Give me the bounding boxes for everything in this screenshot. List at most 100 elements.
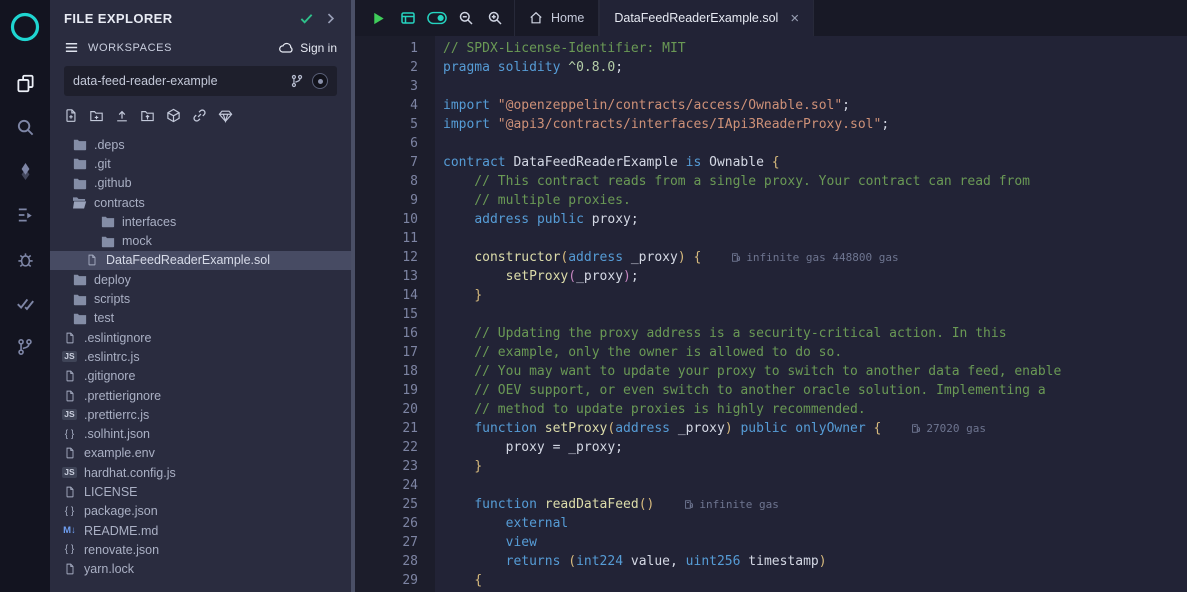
tree-item-package.json[interactable]: { }package.json [50, 502, 351, 521]
file-md-icon: M↓ [62, 525, 77, 536]
tree-item-renovate.json[interactable]: { } renovate.json [50, 540, 351, 559]
upload-folder-icon[interactable] [140, 109, 155, 123]
hamburger-icon[interactable] [64, 40, 79, 55]
line-number: 9 [355, 191, 435, 210]
tree-item-label: .prettierrc.js [84, 408, 149, 422]
close-icon[interactable]: × [790, 11, 799, 26]
workspace-selector[interactable]: data-feed-reader-example [64, 66, 337, 96]
remix-logo[interactable] [5, 7, 45, 47]
file-sol-icon [84, 253, 99, 267]
sign-in-button[interactable]: Sign in [278, 41, 337, 55]
line-number: 2 [355, 58, 435, 77]
script-config-icon[interactable] [394, 5, 421, 32]
tree-item-yarn.lock[interactable]: yarn.lock [50, 560, 351, 579]
line-number: 10 [355, 210, 435, 229]
code-line-9: // multiple proxies. [443, 191, 1187, 210]
code-editor[interactable]: // SPDX-License-Identifier: MITpragma so… [435, 36, 1187, 592]
tree-item-.eslintignore[interactable]: .eslintignore [50, 328, 351, 347]
tree-item-deploy[interactable]: deploy [50, 270, 351, 289]
tree-item-.prettierrc.js[interactable]: JS.prettierrc.js [50, 405, 351, 424]
code-line-17: // example, only the owner is allowed to… [443, 343, 1187, 362]
link-icon[interactable] [192, 108, 207, 123]
check-icon[interactable] [299, 11, 314, 26]
tree-item-interfaces[interactable]: interfaces [50, 212, 351, 231]
line-number: 19 [355, 381, 435, 400]
line-number: 23 [355, 457, 435, 476]
file-explorer-icon[interactable] [0, 61, 50, 105]
code-line-10: address public proxy; [443, 210, 1187, 229]
line-number: 25 [355, 495, 435, 514]
tree-item-.deps[interactable]: .deps [50, 135, 351, 154]
tree-item-.prettierignore[interactable]: .prettierignore [50, 386, 351, 405]
line-number: 5 [355, 115, 435, 134]
cube-icon[interactable] [166, 108, 181, 123]
tree-item-label: README.md [84, 524, 158, 538]
code-line-27: view [443, 533, 1187, 552]
debugger-icon[interactable] [0, 237, 50, 281]
tree-item-hardhat.config.js[interactable]: JShardhat.config.js [50, 463, 351, 482]
line-number: 11 [355, 229, 435, 248]
file-json-icon: { } [62, 544, 77, 555]
tree-item-.eslintrc.js[interactable]: JS.eslintrc.js [50, 347, 351, 366]
file-icon [62, 369, 77, 383]
gas-estimate-annotation[interactable]: infinite gas 448800 gas [731, 248, 898, 267]
search-icon[interactable] [0, 105, 50, 149]
line-number: 22 [355, 438, 435, 457]
deploy-run-icon[interactable] [0, 193, 50, 237]
activity-bar [0, 0, 50, 592]
code-line-16: // Updating the proxy address is a secur… [443, 324, 1187, 343]
tree-item-scripts[interactable]: scripts [50, 289, 351, 308]
line-number: 3 [355, 77, 435, 96]
git-icon[interactable] [0, 325, 50, 369]
file-icon [62, 485, 77, 499]
file-icon [62, 331, 77, 345]
tree-item-label: .eslintrc.js [84, 350, 140, 364]
folder-icon [100, 235, 115, 248]
unit-testing-icon[interactable] [0, 281, 50, 325]
tree-item-label: LICENSE [84, 485, 138, 499]
tree-item-example.env[interactable]: example.env [50, 444, 351, 463]
panel-header: FILE EXPLORER [50, 0, 351, 32]
folder-icon [72, 293, 87, 306]
preview-toggle-icon[interactable] [423, 5, 450, 32]
file-explorer-panel: FILE EXPLORER WORKSPACES Sign in [50, 0, 355, 592]
tree-item-label: deploy [94, 273, 131, 287]
code-line-20: // method to update proxies is highly re… [443, 400, 1187, 419]
gas-estimate-annotation[interactable]: 27020 gas [911, 419, 986, 438]
tree-item-test[interactable]: test [50, 309, 351, 328]
tree-item-contracts[interactable]: contracts [50, 193, 351, 212]
new-folder-icon[interactable] [89, 109, 104, 123]
tree-item-.github[interactable]: .github [50, 174, 351, 193]
tree-item-label: test [94, 311, 114, 325]
folder-open-icon [72, 196, 87, 209]
tree-item-mock[interactable]: mock [50, 231, 351, 250]
code-line-29: { [443, 571, 1187, 590]
sign-in-label: Sign in [300, 41, 337, 55]
editor-toolbar [355, 0, 514, 36]
tree-item-.git[interactable]: .git [50, 154, 351, 173]
tree-item-datafeedreaderexample.sol[interactable]: DataFeedReaderExample.sol [50, 251, 351, 270]
tree-item-.solhint.json[interactable]: { }.solhint.json [50, 424, 351, 443]
tab-datafeedreaderexample[interactable]: DataFeedReaderExample.sol × [599, 0, 814, 36]
zoom-out-icon[interactable] [452, 5, 479, 32]
upload-file-icon[interactable] [115, 109, 129, 123]
gem-icon[interactable] [218, 109, 233, 123]
workspace-options-icon[interactable] [312, 73, 328, 89]
tree-item-label: contracts [94, 196, 145, 210]
run-script-icon[interactable] [365, 5, 392, 32]
workspace-name: data-feed-reader-example [73, 74, 282, 88]
tree-item-readme.md[interactable]: M↓ README.md [50, 521, 351, 540]
solidity-compiler-icon[interactable] [0, 149, 50, 193]
tree-item-label: renovate.json [84, 543, 159, 557]
line-number: 4 [355, 96, 435, 115]
new-file-icon[interactable] [64, 108, 78, 123]
tree-item-.gitignore[interactable]: .gitignore [50, 367, 351, 386]
zoom-in-icon[interactable] [481, 5, 508, 32]
tab-home[interactable]: Home [514, 0, 599, 36]
gas-estimate-annotation[interactable]: infinite gas [684, 495, 778, 514]
file-tree: .deps.git.github contracts interfacesmockD… [50, 130, 351, 592]
tree-item-license[interactable]: LICENSE [50, 482, 351, 501]
git-branch-icon[interactable] [290, 74, 304, 88]
chevron-right-icon[interactable] [324, 12, 337, 25]
file-toolbar [50, 98, 351, 130]
